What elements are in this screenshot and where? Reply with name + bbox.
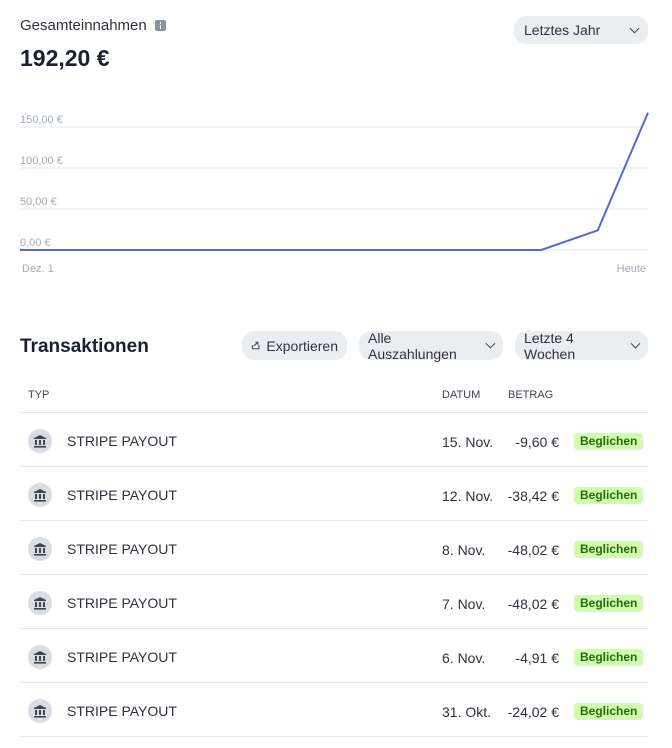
column-header-date[interactable]: DATUM <box>442 389 480 401</box>
x-tick-end: Heute <box>617 263 646 275</box>
y-tick-label: 150,00 € <box>20 114 63 126</box>
transaction-type: STRIPE PAYOUT <box>67 649 177 665</box>
earnings-title-label: Gesamteinnahmen <box>20 17 147 34</box>
status-badge: Beglichen <box>574 487 644 504</box>
x-tick-start: Dez. 1 <box>22 263 54 275</box>
status-badge: Beglichen <box>574 649 644 666</box>
transaction-amount: -48,02 € <box>507 596 559 612</box>
table-row[interactable]: STRIPE PAYOUT 15. Nov. -9,60 € Beglichen <box>20 413 648 467</box>
status-badge: Beglichen <box>574 703 644 720</box>
transaction-date: 7. Nov. <box>442 596 486 612</box>
payouts-filter-dropdown[interactable]: Alle Auszahlungen <box>359 329 503 362</box>
export-button[interactable]: Exportieren <box>242 331 347 360</box>
payouts-filter-label: Alle Auszahlungen <box>368 329 457 362</box>
bank-icon <box>28 645 52 669</box>
earnings-line <box>20 112 649 251</box>
info-icon[interactable] <box>154 20 166 31</box>
transaction-date: 15. Nov. <box>442 434 494 450</box>
transaction-type: STRIPE PAYOUT <box>67 595 177 611</box>
transaction-date: 6. Nov. <box>442 650 486 666</box>
transactions-title: Transaktionen <box>20 336 149 357</box>
bank-icon <box>28 591 52 615</box>
bank-icon <box>28 699 52 723</box>
y-tick-label: 50,00 € <box>20 196 57 208</box>
table-row[interactable]: STRIPE PAYOUT 12. Nov. -38,42 € Beglichen <box>20 467 648 521</box>
bank-icon <box>28 537 52 561</box>
y-tick-label: 0,00 € <box>20 237 51 249</box>
earnings-chart: 150,00 € 100,00 € 50,00 € 0,00 € Dez. 1 Heu… <box>20 112 649 275</box>
transaction-type: STRIPE PAYOUT <box>67 703 177 719</box>
period-filter-label: Letzte 4 Wochen <box>524 329 576 362</box>
export-icon <box>251 341 260 350</box>
earnings-title: Gesamteinnahmen <box>20 17 166 34</box>
chevron-down-icon <box>630 338 641 349</box>
table-row[interactable]: STRIPE PAYOUT 8. Nov. -48,02 € Beglichen <box>20 521 648 575</box>
chevron-down-icon <box>629 23 640 33</box>
transaction-type: STRIPE PAYOUT <box>67 487 177 503</box>
table-row[interactable]: STRIPE PAYOUT 7. Nov. -48,02 € Beglichen <box>20 575 648 629</box>
export-button-label: Exportieren <box>266 337 338 354</box>
transaction-amount: -48,02 € <box>507 542 559 558</box>
table-row[interactable]: STRIPE PAYOUT 31. Okt. -24,02 € Beglichen <box>20 683 648 737</box>
bank-icon <box>28 483 52 507</box>
earnings-period-label: Letztes Jahr <box>524 22 601 38</box>
status-badge: Beglichen <box>574 433 644 450</box>
bank-icon <box>28 429 52 453</box>
earnings-period-dropdown[interactable]: Letztes Jahr <box>514 16 648 44</box>
total-earnings-value: 192,20 € <box>20 45 110 71</box>
chevron-down-icon <box>485 338 496 349</box>
transaction-date: 12. Nov. <box>442 488 494 504</box>
transaction-amount: -24,02 € <box>507 704 559 720</box>
y-tick-label: 100,00 € <box>20 155 63 167</box>
table-row[interactable]: STRIPE PAYOUT 6. Nov. -4,91 € Beglichen <box>20 629 648 683</box>
transaction-amount: -38,42 € <box>507 488 559 504</box>
table-header: TYP DATUM BETRAG <box>20 380 648 413</box>
status-badge: Beglichen <box>574 595 644 612</box>
period-filter-dropdown[interactable]: Letzte 4 Wochen <box>515 329 648 362</box>
status-badge: Beglichen <box>574 541 644 558</box>
column-header-amount[interactable]: BETRAG <box>508 389 553 401</box>
transaction-amount: -9,60 € <box>515 434 559 450</box>
column-header-type[interactable]: TYP <box>28 389 49 401</box>
transaction-type: STRIPE PAYOUT <box>67 433 177 449</box>
transaction-type: STRIPE PAYOUT <box>67 541 177 557</box>
transaction-date: 31. Okt. <box>442 704 492 720</box>
transaction-date: 8. Nov. <box>442 542 486 558</box>
transaction-amount: -4,91 € <box>515 650 559 666</box>
